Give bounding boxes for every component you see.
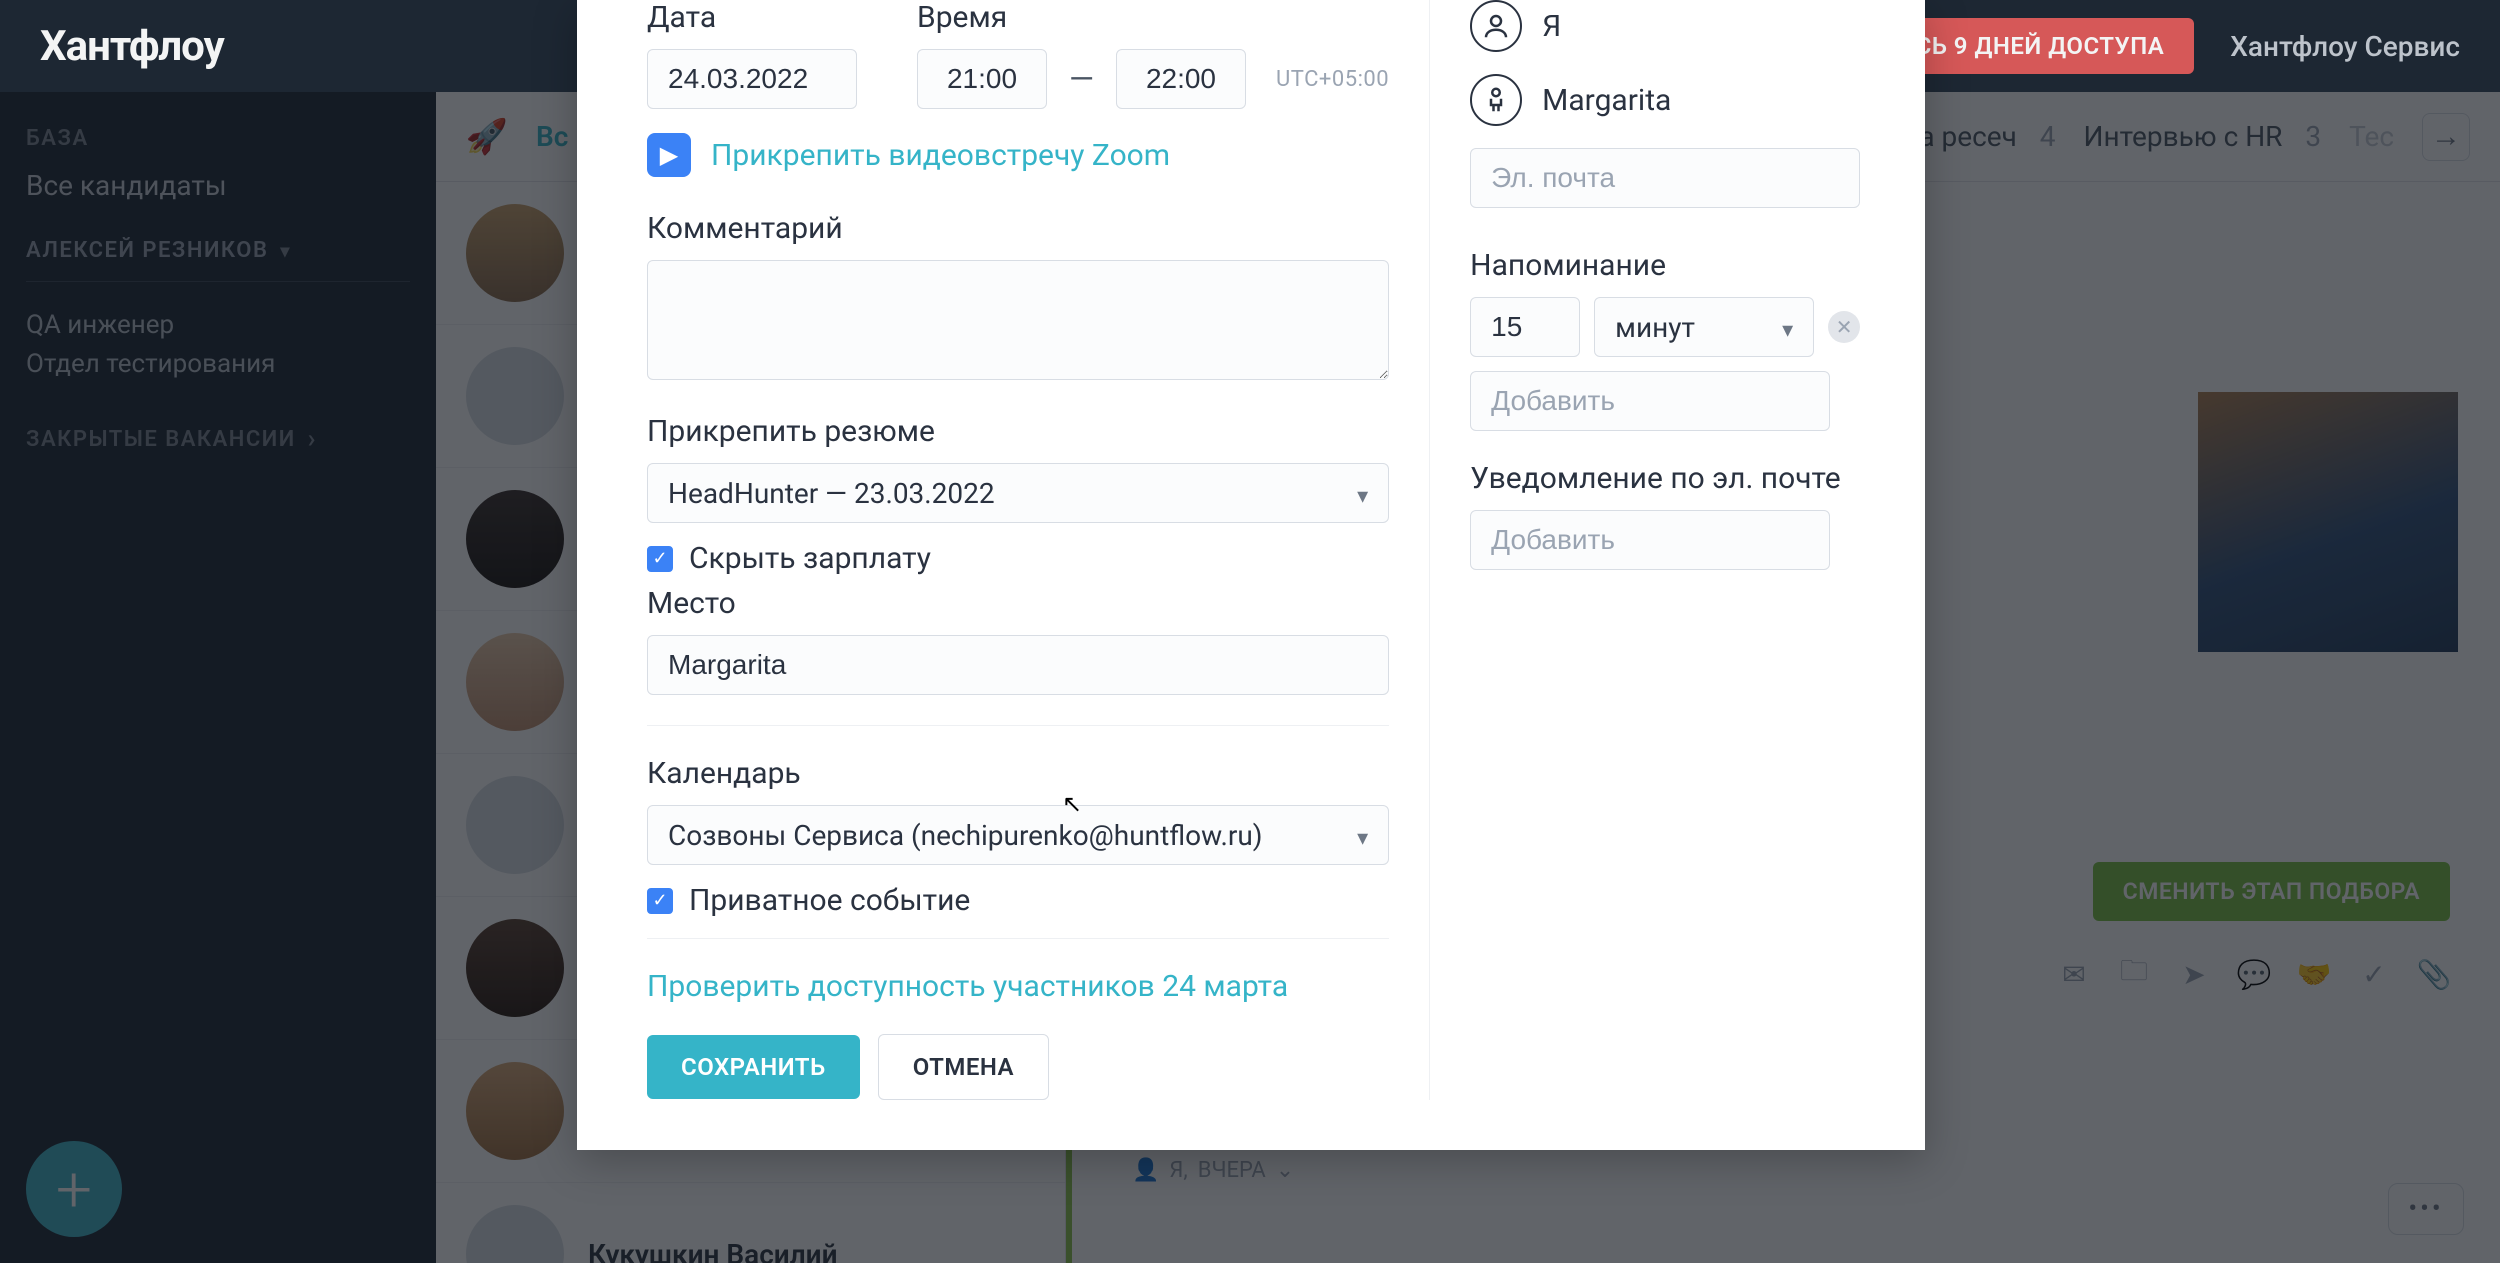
participant-me: Я [1470,0,1860,52]
comment-textarea[interactable] [647,260,1389,380]
comment-label: Комментарий [647,211,1389,246]
reminder-unit-value: минут [1615,311,1695,344]
participant-name: Margarita [1542,83,1671,118]
divider [647,725,1389,726]
calendar-select-value: Созвоны Сервиса (nechipurenko@huntflow.r… [668,819,1263,852]
cancel-button[interactable]: ОТМЕНА [878,1034,1049,1100]
calendar-label: Календарь [647,756,1389,791]
date-label: Дата [647,0,857,35]
zoom-icon: ▶ [647,133,691,177]
participant-email-input[interactable] [1470,148,1860,208]
check-availability-link[interactable]: Проверить доступность участников 24 март… [647,938,1389,1004]
email-notify-add-input[interactable] [1470,510,1830,570]
timezone-label: UTC+05:00 [1276,67,1389,92]
time-to-input[interactable] [1116,49,1246,109]
participant-name: Я [1542,9,1561,44]
reminder-label: Напоминание [1470,248,1860,283]
service-link[interactable]: Хантфлоу Сервис [2230,30,2460,63]
private-event-checkbox-row[interactable]: ✓ Приватное событие [647,883,1389,918]
time-dash: — [1063,60,1100,98]
attach-zoom-link[interactable]: ▶ Прикрепить видеовстречу Zoom [647,133,1389,177]
person-icon [1470,0,1522,52]
hide-salary-checkbox-row[interactable]: ✓ Скрыть зарплату [647,541,1389,576]
resume-select-value: HeadHunter — 23.03.2022 [668,477,995,510]
reminder-value-input[interactable] [1470,297,1580,357]
place-label: Место [647,586,1389,621]
resume-label: Прикрепить резюме [647,414,1389,449]
app-logo: Хантфлоу [40,22,224,71]
participant-margarita: Margarita [1470,74,1860,126]
resume-select[interactable]: HeadHunter — 23.03.2022 [647,463,1389,523]
reminder-unit-select[interactable]: минут [1594,297,1814,357]
person-chair-icon [1470,74,1522,126]
remove-reminder-button[interactable]: ✕ [1828,311,1860,343]
date-input[interactable] [647,49,857,109]
event-modal: Дата Время — UTC+05:00 ▶ Прикрепить виде… [577,0,1925,1150]
calendar-select[interactable]: Созвоны Сервиса (nechipurenko@huntflow.r… [647,805,1389,865]
checkbox-checked-icon: ✓ [647,546,673,572]
time-from-input[interactable] [917,49,1047,109]
attach-zoom-text: Прикрепить видеовстречу Zoom [711,138,1170,173]
reminder-add-input[interactable] [1470,371,1830,431]
checkbox-checked-icon: ✓ [647,888,673,914]
save-button[interactable]: СОХРАНИТЬ [647,1035,860,1099]
email-notify-label: Уведомление по эл. почте [1470,461,1860,496]
hide-salary-label: Скрыть зарплату [689,541,931,576]
place-input[interactable] [647,635,1389,695]
private-event-label: Приватное событие [689,883,970,918]
time-label: Время [917,0,1389,35]
